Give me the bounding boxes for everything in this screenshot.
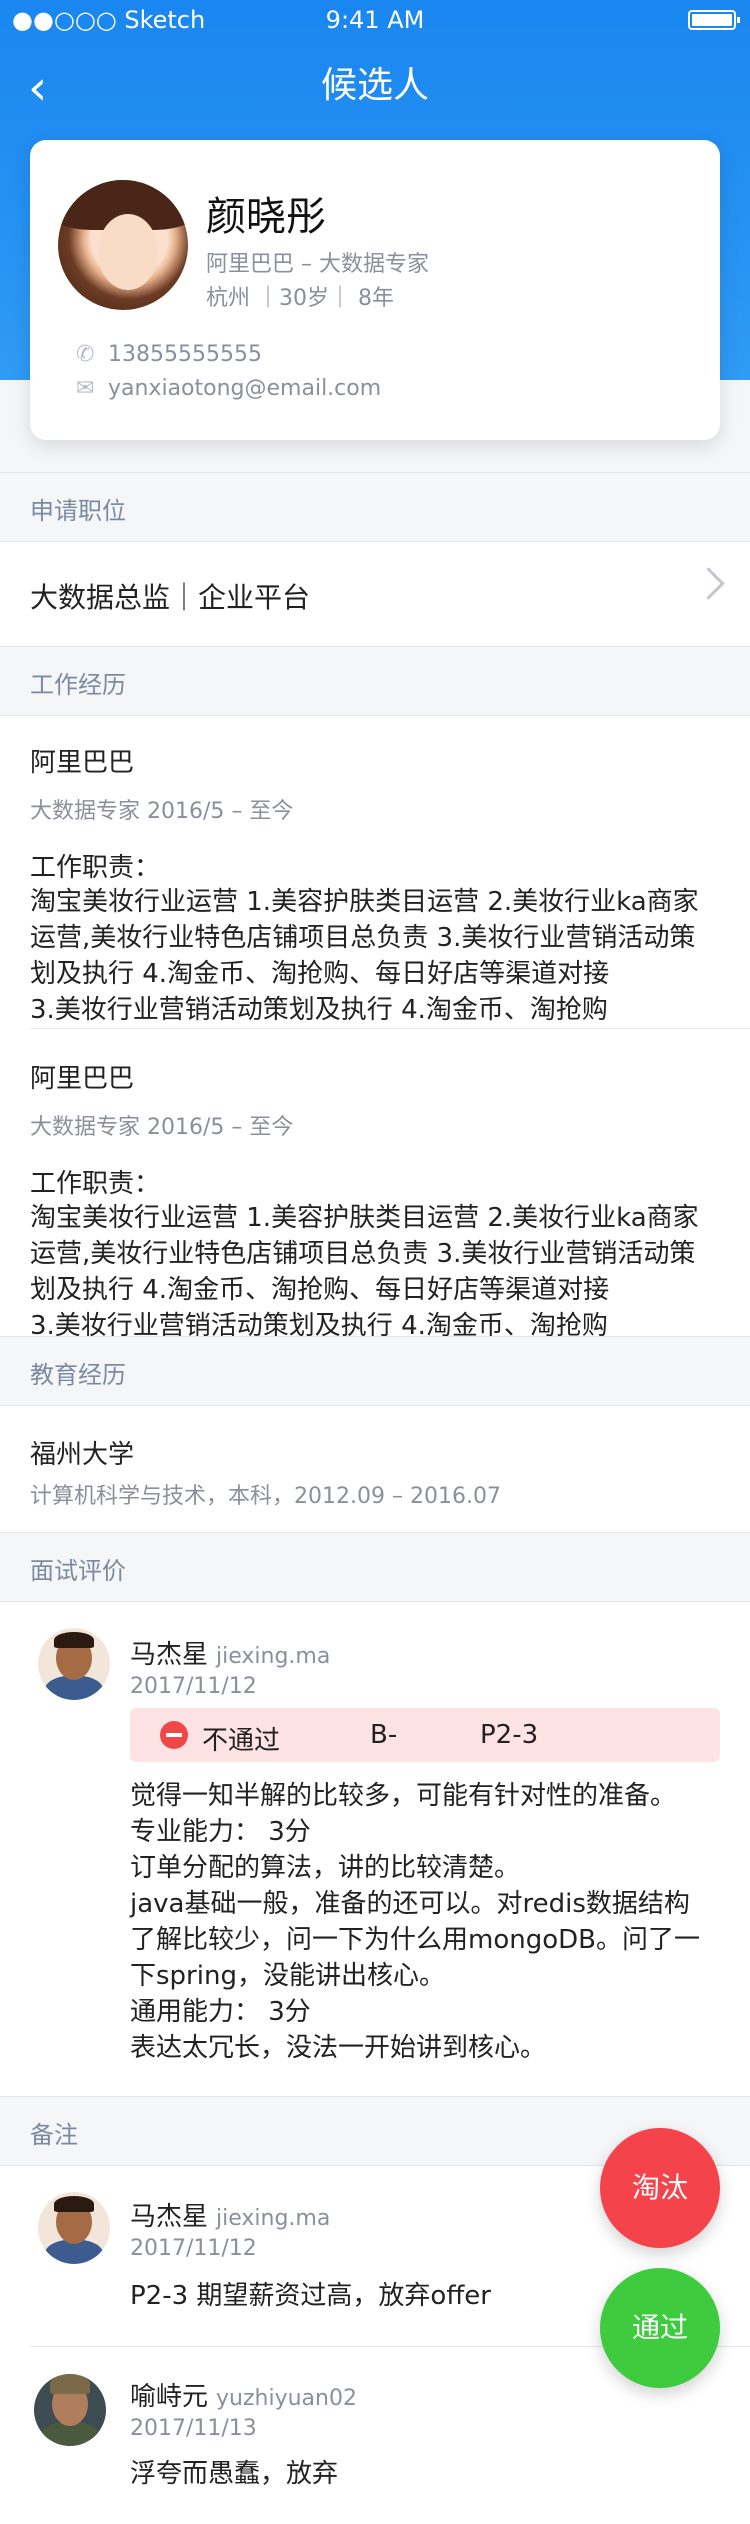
- note-author-id: jiexing.ma: [216, 2206, 331, 2231]
- verdict-result: 不通过: [202, 1726, 281, 1756]
- experience-company: 阿里巴巴: [30, 1064, 135, 1094]
- experience-company: 阿里巴巴: [30, 748, 135, 778]
- applied-position: 大数据总监｜企业平台: [30, 581, 311, 614]
- mail-icon: ✉: [76, 376, 95, 401]
- education-info: 计算机科学与技术，本科，2012.09 – 2016.07: [30, 1484, 501, 1509]
- experience-role: 大数据专家 2016/5 – 至今: [30, 799, 294, 824]
- reviewer-id: jiexing.ma: [216, 1644, 331, 1669]
- note-author-id: yuzhiyuan02: [216, 2386, 357, 2411]
- review-line: 表达太冗长，没法一开始讲到核心。: [130, 2033, 547, 2063]
- phone-number: 13855555555: [108, 342, 262, 367]
- review-verdict: 不通过 B- P2-3: [130, 1708, 720, 1762]
- chevron-right-icon: [692, 567, 725, 600]
- section-review: 面试评价: [0, 1532, 750, 1602]
- note-author-avatar: [38, 2192, 110, 2264]
- review-date: 2017/11/12: [130, 1674, 257, 1699]
- review-line: 订单分配的算法，讲的比较清楚。: [130, 1853, 521, 1883]
- verdict-level: P2-3: [480, 1720, 539, 1750]
- experience-role: 大数据专家 2016/5 – 至今: [30, 1115, 294, 1140]
- experience-item: 阿里巴巴 大数据专家 2016/5 – 至今 工作职责： 淘宝美妆行业运营 1.…: [30, 742, 720, 1028]
- page-title: 候选人: [320, 65, 429, 106]
- reviewer-name: 马杰星 jiexing.ma: [130, 1640, 331, 1670]
- review-text: 觉得一知半解的比较多，可能有针对性的准备。 专业能力： 3分 订单分配的算法，讲…: [130, 1778, 730, 2066]
- candidate-meta: 杭州 ｜30岁｜ 8年: [206, 286, 394, 311]
- experience-item: 阿里巴巴 大数据专家 2016/5 – 至今 工作职责： 淘宝美妆行业运营 1.…: [30, 1058, 720, 1344]
- status-bar: ●●○○○ Sketch 9:41 AM: [0, 0, 750, 40]
- applied-position-row[interactable]: 大数据总监｜企业平台: [0, 542, 750, 646]
- section-experience: 工作经历: [0, 646, 750, 716]
- review-line: 专业能力： 3分: [130, 1817, 311, 1847]
- verdict-grade: B-: [370, 1720, 398, 1750]
- reviewer-avatar: [38, 1628, 110, 1700]
- duty-line: 运营,美妆行业特色店铺项目总负责 3.美妆行业营销活动策: [30, 1239, 696, 1269]
- reject-button[interactable]: 淘汰: [600, 2128, 720, 2248]
- note-author-avatar: [34, 2374, 106, 2446]
- divider: [30, 1028, 750, 1029]
- note-date: 2017/11/12: [130, 2236, 257, 2261]
- note-text: 浮夸而愚蠢，放弃: [130, 2459, 339, 2489]
- candidate-avatar: [58, 180, 188, 310]
- review-item: 马杰星 jiexing.ma 2017/11/12 不通过 B- P2-3 觉得一…: [0, 1602, 750, 2096]
- duty-line: 划及执行 4.淘金币、淘抢购、每日好店等渠道对接: [30, 1275, 610, 1305]
- section-education: 教育经历: [0, 1336, 750, 1406]
- phone-row[interactable]: ✆ 13855555555: [76, 342, 262, 367]
- battery-icon: [688, 10, 740, 30]
- note-date: 2017/11/13: [130, 2416, 257, 2441]
- phone-icon: ✆: [76, 342, 95, 367]
- clock: 9:41 AM: [325, 6, 425, 34]
- duty-title: 工作职责：: [30, 1169, 161, 1199]
- duty-line: 3.美妆行业营销活动策划及执行 4.淘金币、淘抢购: [30, 995, 608, 1025]
- email-row[interactable]: ✉ yanxiaotong@email.com: [76, 376, 381, 401]
- section-position: 申请职位: [0, 472, 750, 542]
- experience-list: 阿里巴巴 大数据专家 2016/5 – 至今 工作职责： 淘宝美妆行业运营 1.…: [0, 716, 750, 1341]
- education-school: 福州大学: [30, 1440, 135, 1470]
- duty-line: 划及执行 4.淘金币、淘抢购、每日好店等渠道对接: [30, 959, 610, 989]
- review-line: java基础一般，准备的还可以。对redis数据结构: [130, 1889, 690, 1919]
- duty-title: 工作职责：: [30, 853, 161, 883]
- review-line: 觉得一知半解的比较多，可能有针对性的准备。: [130, 1781, 677, 1811]
- nav-bar: ‹ 候选人: [0, 40, 750, 140]
- duty-line: 淘宝美妆行业运营 1.美容护肤类目运营 2.美妆行业ka商家: [30, 1203, 699, 1233]
- email-address: yanxiaotong@email.com: [108, 376, 382, 401]
- education-item: 福州大学 计算机科学与技术，本科，2012.09 – 2016.07: [0, 1406, 750, 1532]
- candidate-card: 颜晓彤 阿里巴巴 – 大数据专家 杭州 ｜30岁｜ 8年 ✆ 1385555555…: [30, 140, 720, 440]
- review-line: 了解比较少，问一下为什么用mongoDB。问了一: [130, 1925, 700, 1955]
- duty-line: 运营,美妆行业特色店铺项目总负责 3.美妆行业营销活动策: [30, 923, 696, 953]
- note-author-name: 马杰星 jiexing.ma: [130, 2202, 331, 2232]
- minus-circle-icon: [160, 1721, 188, 1749]
- note-author-name: 喻峙元 yuzhiyuan02: [130, 2382, 357, 2412]
- duty-line: 淘宝美妆行业运营 1.美容护肤类目运营 2.美妆行业ka商家: [30, 887, 699, 917]
- candidate-company-title: 阿里巴巴 – 大数据专家: [206, 252, 429, 277]
- review-line: 通用能力： 3分: [130, 1997, 311, 2027]
- review-line: 下spring，没能讲出核心。: [130, 1961, 445, 1991]
- candidate-name: 颜晓彤: [206, 194, 326, 240]
- pass-button[interactable]: 通过: [600, 2268, 720, 2388]
